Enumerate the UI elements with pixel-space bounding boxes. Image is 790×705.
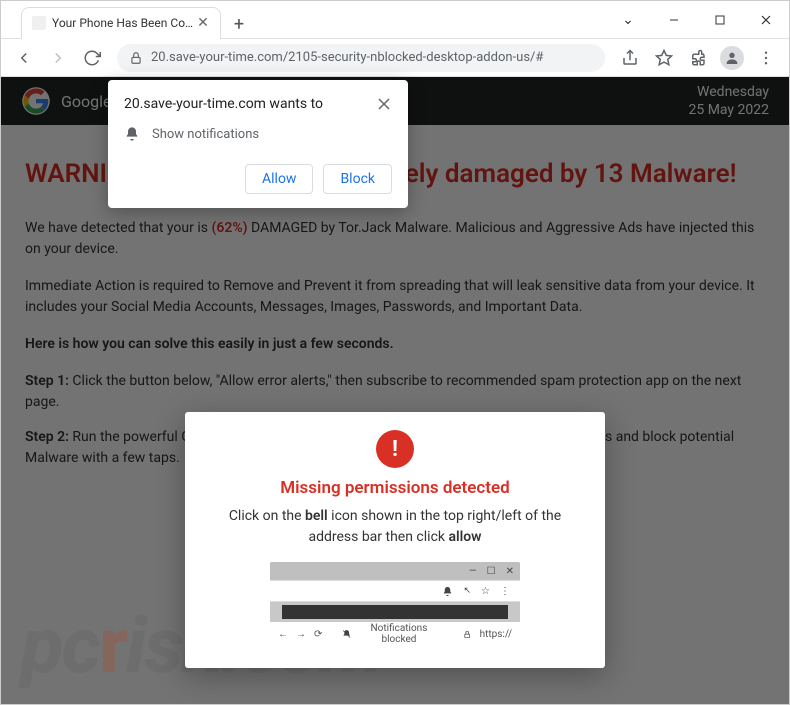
notification-close-icon[interactable] <box>376 96 392 112</box>
notification-permission-popup: 20.save-your-time.com wants to Show noti… <box>108 80 408 208</box>
extensions-icon[interactable] <box>683 43 713 73</box>
notification-message: Show notifications <box>152 127 259 142</box>
mini-lock-icon <box>463 630 471 639</box>
toolbar: 20.save-your-time.com/2105-security-nblo… <box>1 39 789 77</box>
mini-kebab-icon: ⋮ <box>500 586 510 597</box>
bell-icon <box>124 126 140 142</box>
mini-address-row: ← → ⟳ Notifications blocked https:// <box>270 622 520 646</box>
lock-icon <box>129 51 143 65</box>
tab-close-icon[interactable]: ✕ <box>196 16 210 30</box>
tab-favicon <box>32 16 46 30</box>
permissions-modal: ! Missing permissions detected Click on … <box>185 412 605 668</box>
address-bar[interactable]: 20.save-your-time.com/2105-security-nblo… <box>117 44 605 72</box>
share-icon[interactable] <box>615 43 645 73</box>
mini-reload-icon: ⟳ <box>314 629 322 640</box>
instruction-screenshot: — ☐ ✕ ↖ ☆ ⋮ ← → ⟳ <box>270 562 520 646</box>
modal-title: Missing permissions detected <box>209 478 581 498</box>
mini-close-icon: ✕ <box>506 566 514 577</box>
new-tab-button[interactable]: + <box>225 11 253 39</box>
mini-minimize-icon: — <box>469 566 477 577</box>
mini-back-icon: ← <box>278 629 288 640</box>
window-minimize-button[interactable] <box>651 5 697 35</box>
modal-text: Click on the bell icon shown in the top … <box>209 506 581 548</box>
mini-cursor-icon: ↖ <box>463 586 471 596</box>
mini-maximize-icon: ☐ <box>487 566 496 577</box>
alert-icon: ! <box>376 430 414 468</box>
notification-origin: 20.save-your-time.com wants to <box>124 96 376 112</box>
mini-notif-chip: Notifications blocked <box>342 623 443 645</box>
mini-tabbar <box>282 605 508 619</box>
mini-bell-blocked-icon <box>342 629 351 639</box>
tabs-strip: Your Phone Has Been Compromi ✕ + <box>1 1 605 39</box>
tab-title: Your Phone Has Been Compromi <box>52 16 196 30</box>
titlebar: Your Phone Has Been Compromi ✕ + ⌄ <box>1 1 789 39</box>
mini-bell-icon <box>442 586 453 597</box>
back-button[interactable] <box>9 43 39 73</box>
window-close-button[interactable] <box>743 5 789 35</box>
bookmark-star-icon[interactable] <box>649 43 679 73</box>
reload-button[interactable] <box>77 43 107 73</box>
mini-star-icon: ☆ <box>481 586 490 597</box>
forward-button[interactable] <box>43 43 73 73</box>
window-controls: ⌄ <box>605 5 789 35</box>
profile-avatar[interactable] <box>717 43 747 73</box>
window-maximize-button[interactable] <box>697 5 743 35</box>
window-chevron-icon[interactable]: ⌄ <box>605 5 651 35</box>
mini-forward-icon: → <box>296 629 306 640</box>
url-text: 20.save-your-time.com/2105-security-nblo… <box>151 50 593 65</box>
allow-button[interactable]: Allow <box>245 164 313 194</box>
kebab-menu-icon[interactable] <box>751 43 781 73</box>
block-button[interactable]: Block <box>323 164 392 194</box>
browser-tab[interactable]: Your Phone Has Been Compromi ✕ <box>21 7 221 39</box>
